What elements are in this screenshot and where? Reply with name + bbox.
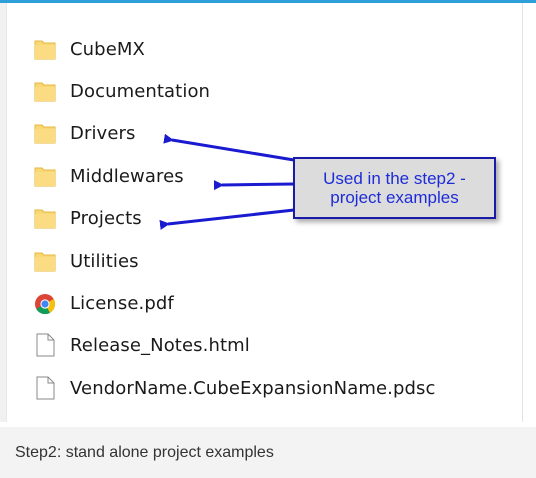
list-item-middlewares[interactable]: Middlewares (34, 160, 184, 192)
callout-line-1: Used in the step2 - (323, 169, 466, 188)
folder-icon (34, 249, 56, 273)
item-label: Documentation (70, 80, 211, 102)
caption-text: Step2: stand alone project examples (15, 443, 274, 461)
item-label: CubeMX (70, 38, 145, 60)
folder-icon (34, 206, 56, 230)
screenshot-frame: CubeMX Documentation Drivers Middlewares (0, 0, 536, 478)
item-label: Drivers (70, 122, 136, 144)
list-item-documentation[interactable]: Documentation (34, 75, 210, 107)
item-label: Release_Notes.html (70, 334, 250, 356)
figure-caption: Step2: stand alone project examples (0, 427, 536, 478)
file-icon (34, 333, 56, 357)
chrome-icon (34, 291, 56, 315)
item-label: License.pdf (70, 292, 174, 314)
list-item-projects[interactable]: Projects (34, 202, 142, 234)
folder-icon (34, 121, 56, 145)
folder-icon (34, 37, 56, 61)
item-label: Middlewares (70, 165, 184, 187)
list-item-pdsc[interactable]: VendorName.CubeExpansionName.pdsc (34, 372, 435, 404)
list-item-utilities[interactable]: Utilities (34, 245, 139, 277)
annotation-callout: Used in the step2 - project examples (293, 157, 496, 219)
folder-icon (34, 164, 56, 188)
list-item-license-pdf[interactable]: License.pdf (34, 287, 174, 319)
folder-icon (34, 79, 56, 103)
item-label: VendorName.CubeExpansionName.pdsc (70, 377, 436, 399)
panel-left-edge (0, 3, 7, 422)
list-item-release-notes[interactable]: Release_Notes.html (34, 329, 250, 361)
list-item-cubemx[interactable]: CubeMX (34, 33, 145, 65)
list-item-drivers[interactable]: Drivers (34, 117, 135, 149)
callout-line-2: project examples (330, 188, 459, 207)
item-label: Utilities (70, 250, 139, 272)
file-icon (34, 376, 56, 400)
item-label: Projects (70, 207, 142, 229)
